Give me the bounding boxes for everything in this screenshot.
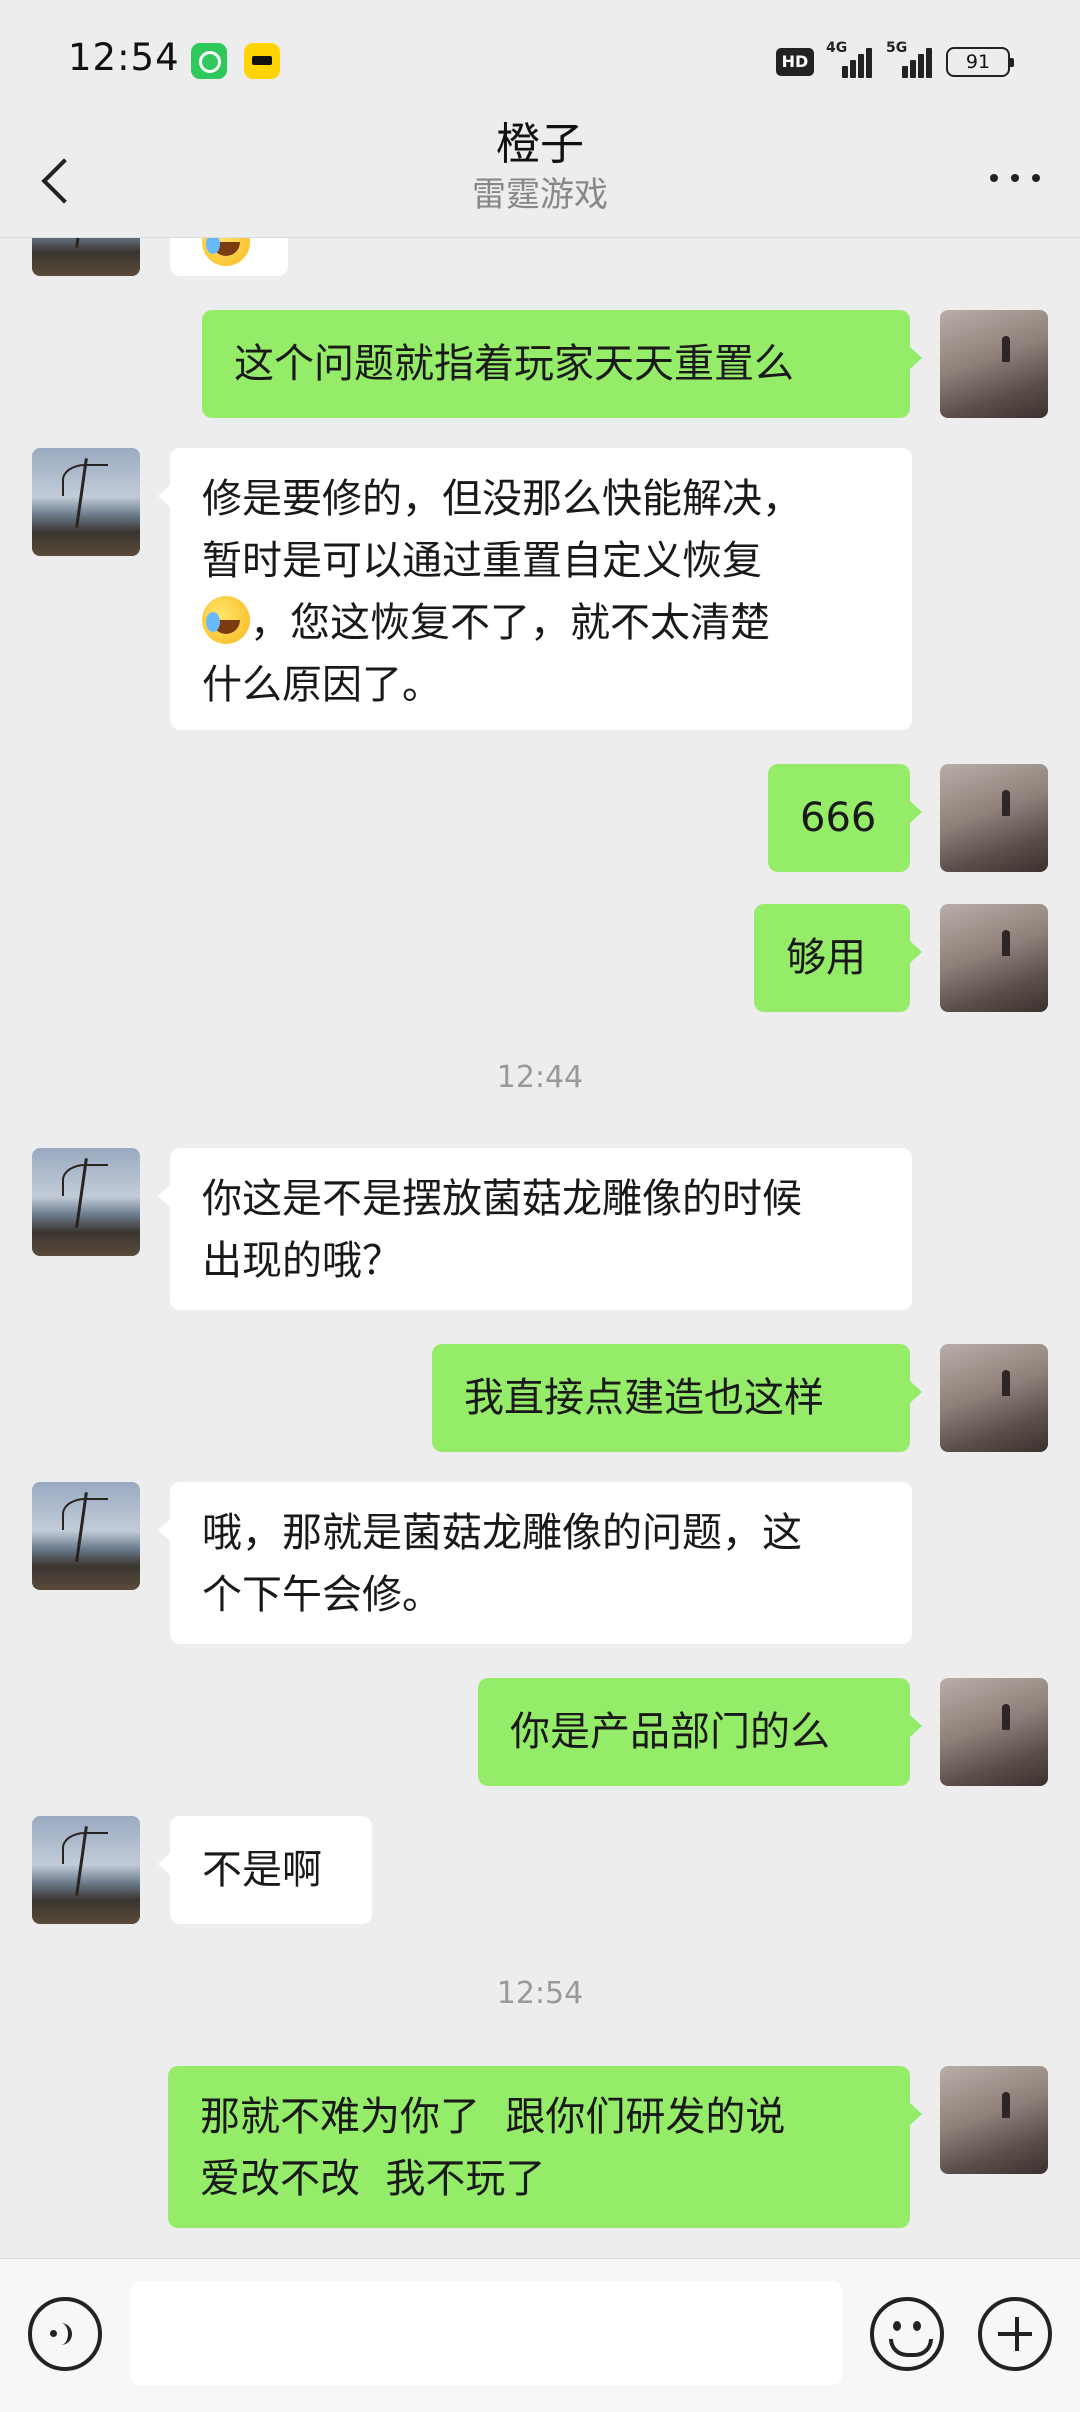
back-arrow-icon[interactable] [34,150,84,210]
message-text: 够用 [786,935,866,981]
more-options-icon[interactable] [990,168,1040,188]
chat-header: 橙子 雷霆游戏 [0,119,1080,238]
self-avatar[interactable] [940,764,1048,872]
status-time: 12:54 [68,36,180,79]
status-bar: 12:54 HD 4G 5G 91 [0,0,1080,120]
sob-laugh-emoji-icon [202,596,250,644]
message-text-line: 哦，那就是菌菇龙雕像的问题，这 [202,1510,802,1556]
contact-avatar[interactable] [32,1816,140,1924]
self-avatar[interactable] [940,310,1048,418]
self-avatar[interactable] [940,904,1048,1012]
message-text: 666 [800,795,877,841]
message-bubble-outgoing[interactable]: 666 [768,764,922,872]
chat-title: 橙子 雷霆游戏 [340,119,740,218]
message-text-line: 个下午会修。 [202,1572,442,1618]
message-bubble-outgoing[interactable]: 这个问题就指着玩家天天重置么 [202,310,922,418]
message-bubble-outgoing[interactable]: 够用 [754,904,922,1012]
message-bubble-outgoing[interactable]: 我直接点建造也这样 [432,1344,922,1452]
message-text-line: 什么原因了。 [202,662,442,708]
hd-voice-icon: HD [776,48,814,76]
message-bubble-incoming[interactable]: 不是啊 [158,1816,372,1924]
battery-icon: 91 [946,47,1014,77]
message-bubble-incoming[interactable]: 修是要修的，但没那么快能解决， 暂时是可以通过重置自定义恢复 ，您这恢复不了，就… [158,448,912,730]
message-input[interactable] [130,2281,842,2385]
message-text-line: 爱改不改 我不玩了 [200,2156,546,2202]
message-text-line: 出现的哦？ [202,1238,402,1284]
message-list[interactable]: 这个问题就指着玩家天天重置么 修是要修的，但没那么快能解决， 暂时是可以通过重置… [0,238,1080,2258]
message-text-line: 修是要修的，但没那么快能解决， [202,476,802,522]
contact-avatar[interactable] [32,1148,140,1256]
message-bubble-incoming[interactable]: 哦，那就是菌菇龙雕像的问题，这 个下午会修。 [158,1482,912,1644]
message-bubble-incoming[interactable]: 你这是不是摆放菌菇龙雕像的时候 出现的哦？ [158,1148,912,1310]
upload-notification-icon [191,43,227,79]
message-bubble-outgoing[interactable]: 那就不难为你了 跟你们研发的说 爱改不改 我不玩了 [168,2066,922,2228]
voice-input-icon[interactable] [28,2297,102,2371]
message-text-line: 你这是不是摆放菌菇龙雕像的时候 [202,1176,802,1222]
self-avatar[interactable] [940,2066,1048,2174]
timestamp: 12:44 [496,1060,584,1095]
message-text: 不是啊 [202,1847,322,1893]
contact-avatar[interactable] [32,238,140,276]
message-text-line: ，您这恢复不了，就不太清楚 [250,600,770,646]
message-text: 我直接点建造也这样 [464,1375,824,1421]
self-avatar[interactable] [940,1678,1048,1786]
contact-name: 橙子 [496,119,584,170]
contact-subtitle: 雷霆游戏 [472,175,608,215]
emoji-icon [202,238,250,266]
more-actions-plus-icon[interactable] [978,2297,1052,2371]
self-avatar[interactable] [940,1344,1048,1452]
input-bar [0,2258,1080,2412]
message-bubble-outgoing[interactable]: 你是产品部门的么 [478,1678,922,1786]
timestamp: 12:54 [496,1976,584,2011]
message-bubble-incoming[interactable] [170,238,288,276]
message-text: 你是产品部门的么 [510,1709,830,1755]
system-icons: HD 4G 5G 91 [776,40,1014,78]
message-text: 这个问题就指着玩家天天重置么 [234,341,794,387]
message-text-line: 那就不难为你了 跟你们研发的说 [200,2094,786,2140]
emoji-picker-icon[interactable] [870,2297,944,2371]
app-notification-icon [244,43,280,79]
contact-avatar[interactable] [32,1482,140,1590]
signal-5g-icon: 5G [886,40,934,78]
contact-avatar[interactable] [32,448,140,556]
message-text-line: 暂时是可以通过重置自定义恢复 [202,538,762,584]
signal-4g-icon: 4G [826,40,874,78]
